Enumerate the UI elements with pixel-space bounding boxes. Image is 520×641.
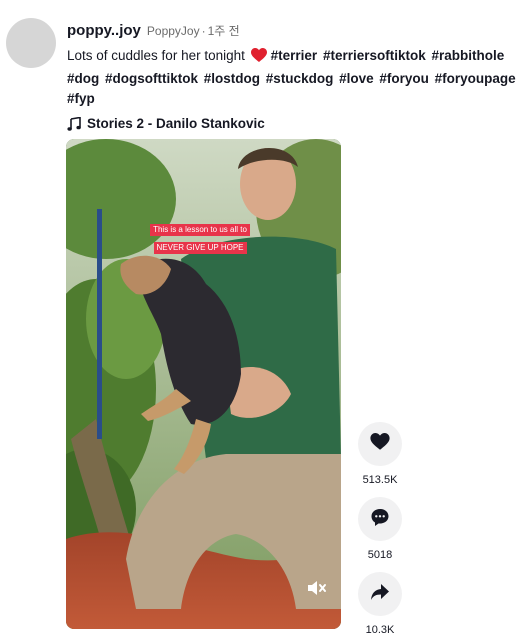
overlay-line-2: NEVER GIVE UP HOPE <box>153 242 247 254</box>
comment-icon <box>370 507 390 532</box>
post-time: 1주 전 <box>207 24 240 38</box>
action-bar: 513.5K 5018 10.3K <box>357 422 403 641</box>
comment-count: 5018 <box>367 549 393 561</box>
share-arrow-icon <box>370 583 390 606</box>
video-text-overlay: This is a lesson to us all to NEVER GIVE… <box>141 219 259 255</box>
hashtag[interactable]: #fyp <box>67 91 95 106</box>
avatar[interactable] <box>6 18 56 68</box>
hashtag[interactable]: #lostdog <box>204 71 260 86</box>
hashtag[interactable]: #foryoupage <box>435 71 516 86</box>
music-note-icon <box>67 116 81 131</box>
like-action: 513.5K <box>357 422 403 486</box>
caption-text: Lots of cuddles for her tonight <box>67 48 245 63</box>
comment-action: 5018 <box>357 497 403 561</box>
like-button[interactable] <box>358 422 402 466</box>
nickname[interactable]: PoppyJoy <box>147 24 200 38</box>
hashtag[interactable]: #dog <box>67 71 99 86</box>
video-frame <box>66 139 341 629</box>
share-button[interactable] <box>358 572 402 616</box>
overlay-line-1: This is a lesson to us all to <box>150 224 250 236</box>
hashtag[interactable]: #rabbithole <box>432 48 505 63</box>
music-link[interactable]: Stories 2 - Danilo Stankovic <box>67 116 514 131</box>
author-line: poppy..joy PoppyJoy · 1주 전 <box>67 22 514 39</box>
comment-button[interactable] <box>358 497 402 541</box>
heart-icon <box>370 432 390 456</box>
video-player[interactable]: This is a lesson to us all to NEVER GIVE… <box>66 139 341 629</box>
music-title: Stories 2 - Danilo Stankovic <box>87 116 265 131</box>
hashtag[interactable]: #terrier <box>271 48 318 63</box>
share-count: 10.3K <box>365 624 395 636</box>
username[interactable]: poppy..joy <box>67 22 141 39</box>
hashtag[interactable]: #stuckdog <box>266 71 334 86</box>
red-heart-emoji-icon <box>250 48 267 69</box>
separator-dot: · <box>201 24 206 38</box>
caption: Lots of cuddles for her tonight #terrier… <box>67 46 519 109</box>
hashtag[interactable]: #terriersoftiktok <box>323 48 426 63</box>
like-count: 513.5K <box>362 474 398 486</box>
muted-speaker-icon[interactable] <box>305 577 327 599</box>
post-header: poppy..joy PoppyJoy · 1주 전 Lots of cuddl… <box>67 22 516 131</box>
hashtag[interactable]: #foryou <box>379 71 429 86</box>
share-action: 10.3K <box>357 572 403 636</box>
hashtag[interactable]: #love <box>339 71 374 86</box>
hashtag[interactable]: #dogsofttiktok <box>105 71 198 86</box>
